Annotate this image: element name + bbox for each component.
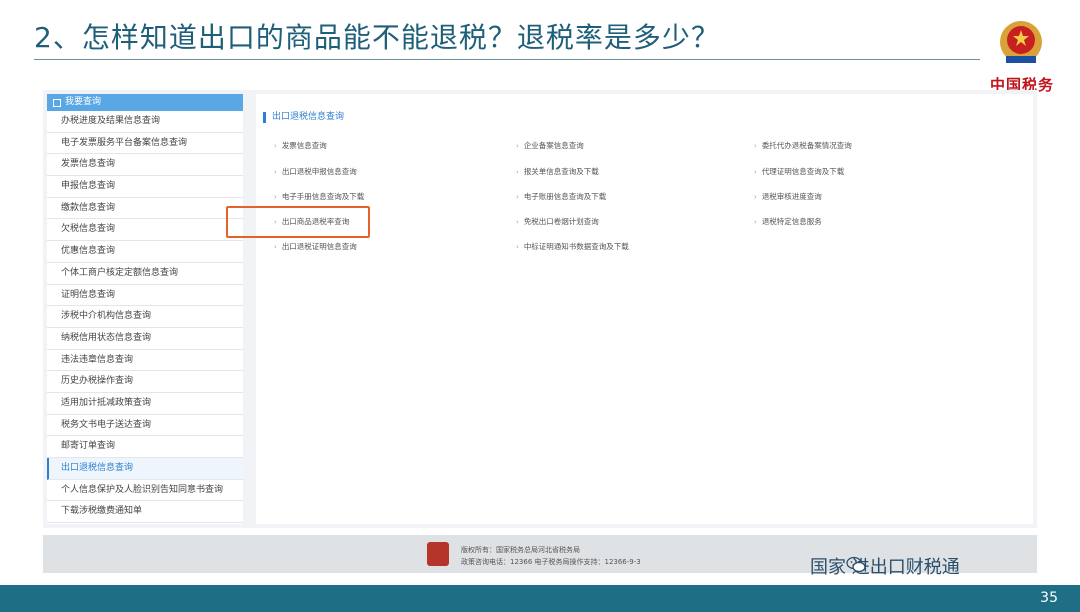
section-title: 出口退税信息查询 [263,112,344,123]
query-sidebar: 我要查询 办税进度及结果信息查询 电子发票服务平台备案信息查询 发票信息查询 申… [47,94,243,524]
footer-copyright: 版权所有：国家税务总局河北省税务局 [461,546,580,554]
sidebar-item-fixed-quota[interactable]: 个体工商户核定定额信息查询 [47,263,243,285]
chevron-right-icon: › [754,142,757,150]
sidebar-header: 我要查询 [47,94,243,111]
page-number: 35 [1040,590,1058,606]
sidebar-item-progress-query[interactable]: 办税进度及结果信息查询 [47,111,243,133]
sidebar-item-certificate-info[interactable]: 证明信息查询 [47,285,243,307]
sidebar-item-credit-status[interactable]: 纳税信用状态信息查询 [47,328,243,350]
chevron-right-icon: › [754,168,757,176]
slide-title: 2、怎样知道出口的商品能不能退税？退税率是多少？ [34,21,720,54]
query-link[interactable]: › 出口退税证明信息查询 [274,241,357,252]
sidebar-header-label: 我要查询 [65,97,102,107]
sidebar-item-additional-deduction[interactable]: 适用加计抵减政策查询 [47,393,243,415]
query-link[interactable]: › 代理证明信息查询及下载 [754,166,844,177]
sidebar-item-arrears-info[interactable]: 欠税信息查询 [47,219,243,242]
wechat-watermark: 国家 进出口财税通 [810,557,960,578]
sidebar-item-export-rebate[interactable]: 出口退税信息查询 [47,458,243,480]
footer-text: 版权所有：国家税务总局河北省税务局 政策咨询电话：12366 电子税务局操作支持… [461,544,641,568]
embedded-screenshot: 我要查询 办税进度及结果信息查询 电子发票服务平台备案信息查询 发票信息查询 申… [43,90,1037,528]
query-link[interactable]: › 退税特定信息服务 [754,216,822,227]
query-link[interactable]: › 委托代办退税备案情况查询 [754,140,852,151]
sidebar-item-preferential-info[interactable]: 优惠信息查询 [47,241,243,263]
query-link[interactable]: › 免税出口卷烟计划查询 [516,216,599,227]
tax-footer-logo-icon [427,542,449,566]
chevron-right-icon: › [516,142,519,150]
sidebar-item-violation-info[interactable]: 违法违章信息查询 [47,350,243,372]
footer-contact: 政策咨询电话：12366 电子税务局操作支持：12366-9-3 [461,558,641,566]
query-link[interactable]: › 发票信息查询 [274,140,327,151]
sidebar-item-declaration-info[interactable]: 申报信息查询 [47,176,243,198]
sidebar-list: 办税进度及结果信息查询 电子发票服务平台备案信息查询 发票信息查询 申报信息查询… [47,111,243,524]
query-link[interactable]: › 出口退税申报信息查询 [274,166,357,177]
bottom-bar: 35 [0,585,1080,612]
chevron-right-icon: › [516,168,519,176]
query-link[interactable]: › 电子手册信息查询及下载 [274,191,364,202]
chevron-right-icon: › [754,193,757,201]
sidebar-item-history-operations[interactable]: 历史办税操作查询 [47,371,243,393]
query-link[interactable]: › 中标证明通知书数据查询及下载 [516,241,629,252]
sidebar-item-intermediary-info[interactable]: 涉税中介机构信息查询 [47,306,243,328]
highlight-annotation-box [226,206,370,238]
wechat-icon [846,556,866,573]
sidebar-item-download-notice[interactable]: 下载涉税缴费通知单 [47,501,243,524]
sidebar-item-einvoice-filing[interactable]: 电子发票服务平台备案信息查询 [47,133,243,155]
query-link[interactable]: › 报关单信息查询及下载 [516,166,599,177]
chevron-right-icon: › [754,218,757,226]
chevron-right-icon: › [274,142,277,150]
chevron-right-icon: › [274,168,277,176]
chevron-right-icon: › [516,243,519,251]
tax-emblem-icon [1000,21,1042,63]
chevron-right-icon: › [516,193,519,201]
title-divider [34,59,980,60]
chevron-right-icon: › [274,243,277,251]
sidebar-item-invoice-info[interactable]: 发票信息查询 [47,154,243,177]
sidebar-item-privacy-consent[interactable]: 个人信息保护及人脸识别告知同意书查询 [47,480,243,502]
chevron-right-icon: › [274,193,277,201]
sidebar-item-document-delivery[interactable]: 税务文书电子送达查询 [47,415,243,437]
sidebar-item-payment-info[interactable]: 缴款信息查询 [47,198,243,220]
query-link[interactable]: › 企业备案信息查询 [516,140,584,151]
query-icon [53,98,61,107]
query-link[interactable]: › 电子账册信息查询及下载 [516,191,606,202]
query-link[interactable]: › 退税审核进度查询 [754,191,822,202]
query-content-panel: 出口退税信息查询 › 发票信息查询 › 企业备案信息查询 › 委托代办退税备案情况查询… [256,94,1033,524]
sidebar-item-mail-orders[interactable]: 邮寄订单查询 [47,436,243,458]
chevron-right-icon: › [516,218,519,226]
